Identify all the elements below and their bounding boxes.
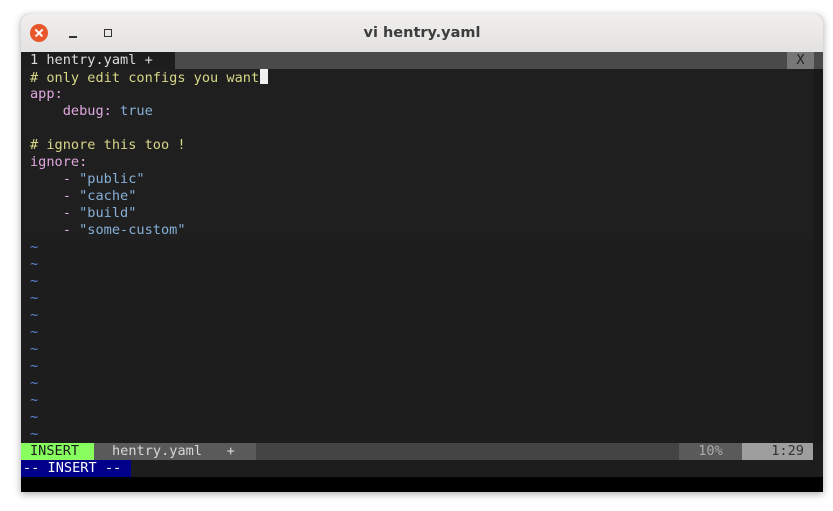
buffer-line: # only edit configs you want — [30, 69, 269, 86]
status-line: INSERT hentry.yaml + 10% 1:29 — [21, 443, 813, 460]
list-dash: - — [30, 171, 80, 187]
list-dash: - — [30, 205, 80, 221]
list-dash: - — [30, 222, 80, 238]
empty-line-tilde: ~ — [30, 392, 39, 408]
buffer-line: - "build" — [30, 205, 137, 222]
empty-line-tilde: ~ — [30, 341, 39, 357]
terminal-bottom-strip — [21, 477, 823, 492]
buffer-line: # ignore this too ! — [30, 137, 186, 154]
window-title: vi hentry.yaml — [363, 25, 481, 41]
status-percent: 10% — [679, 443, 742, 460]
empty-line-tilde: ~ — [30, 239, 39, 255]
tab-hentry-yaml[interactable]: 1 hentry.yaml + — [21, 52, 175, 69]
scrollbar[interactable] — [813, 69, 823, 443]
yaml-key: app — [30, 86, 55, 102]
title-bar: vi hentry.yaml — [21, 14, 823, 53]
status-filename: hentry.yaml + — [94, 443, 256, 460]
buffer-line: debug: true — [30, 103, 153, 120]
empty-line-tilde: ~ — [30, 307, 39, 323]
command-line[interactable]: -- INSERT -- — [21, 460, 813, 477]
empty-line-tilde: ~ — [30, 409, 39, 425]
terminal-area[interactable]: 1 hentry.yaml + X # only edit configs yo… — [21, 52, 823, 492]
yaml-string: "build" — [79, 205, 137, 221]
buffer-line: app: — [30, 86, 63, 103]
empty-line-tilde: ~ — [30, 256, 39, 272]
yaml-colon: : — [79, 154, 88, 170]
yaml-key: debug — [62, 103, 104, 119]
empty-line-tilde: ~ — [30, 375, 39, 391]
tab-line: 1 hentry.yaml + X — [21, 52, 823, 69]
empty-line-tilde: ~ — [30, 290, 39, 306]
buffer-line: - "some-custom" — [30, 222, 186, 239]
yaml-colon: : — [103, 103, 121, 119]
yaml-value: true — [120, 103, 153, 119]
empty-line-tilde: ~ — [30, 324, 39, 340]
buffer-line: - "public" — [30, 171, 145, 188]
yaml-key: ignore — [30, 154, 80, 170]
list-dash: - — [30, 188, 80, 204]
editor-buffer[interactable]: # only edit configs you want app: debug:… — [21, 69, 813, 239]
text-cursor — [260, 69, 269, 84]
yaml-string: "cache" — [79, 188, 137, 204]
tab-close-button[interactable]: X — [787, 52, 814, 69]
comment-text: # only edit configs you want — [30, 70, 260, 86]
yaml-string: "some-custom" — [79, 222, 186, 238]
empty-line-tilde: ~ — [30, 273, 39, 289]
comment-text: # ignore this too ! — [30, 137, 186, 153]
empty-line-tilde: ~ — [30, 358, 39, 374]
buffer-line: - "cache" — [30, 188, 137, 205]
cursor-position: 1:29 — [742, 443, 813, 460]
buffer-line: ignore: — [30, 154, 87, 171]
yaml-string: "public" — [79, 171, 145, 187]
yaml-colon: : — [54, 86, 63, 102]
terminal-window: vi hentry.yaml 1 hentry.yaml + X # only … — [21, 14, 823, 492]
mode-indicator: INSERT — [21, 443, 94, 460]
empty-line-tilde: ~ — [30, 426, 39, 442]
insert-mode-message: -- INSERT -- — [21, 460, 131, 477]
